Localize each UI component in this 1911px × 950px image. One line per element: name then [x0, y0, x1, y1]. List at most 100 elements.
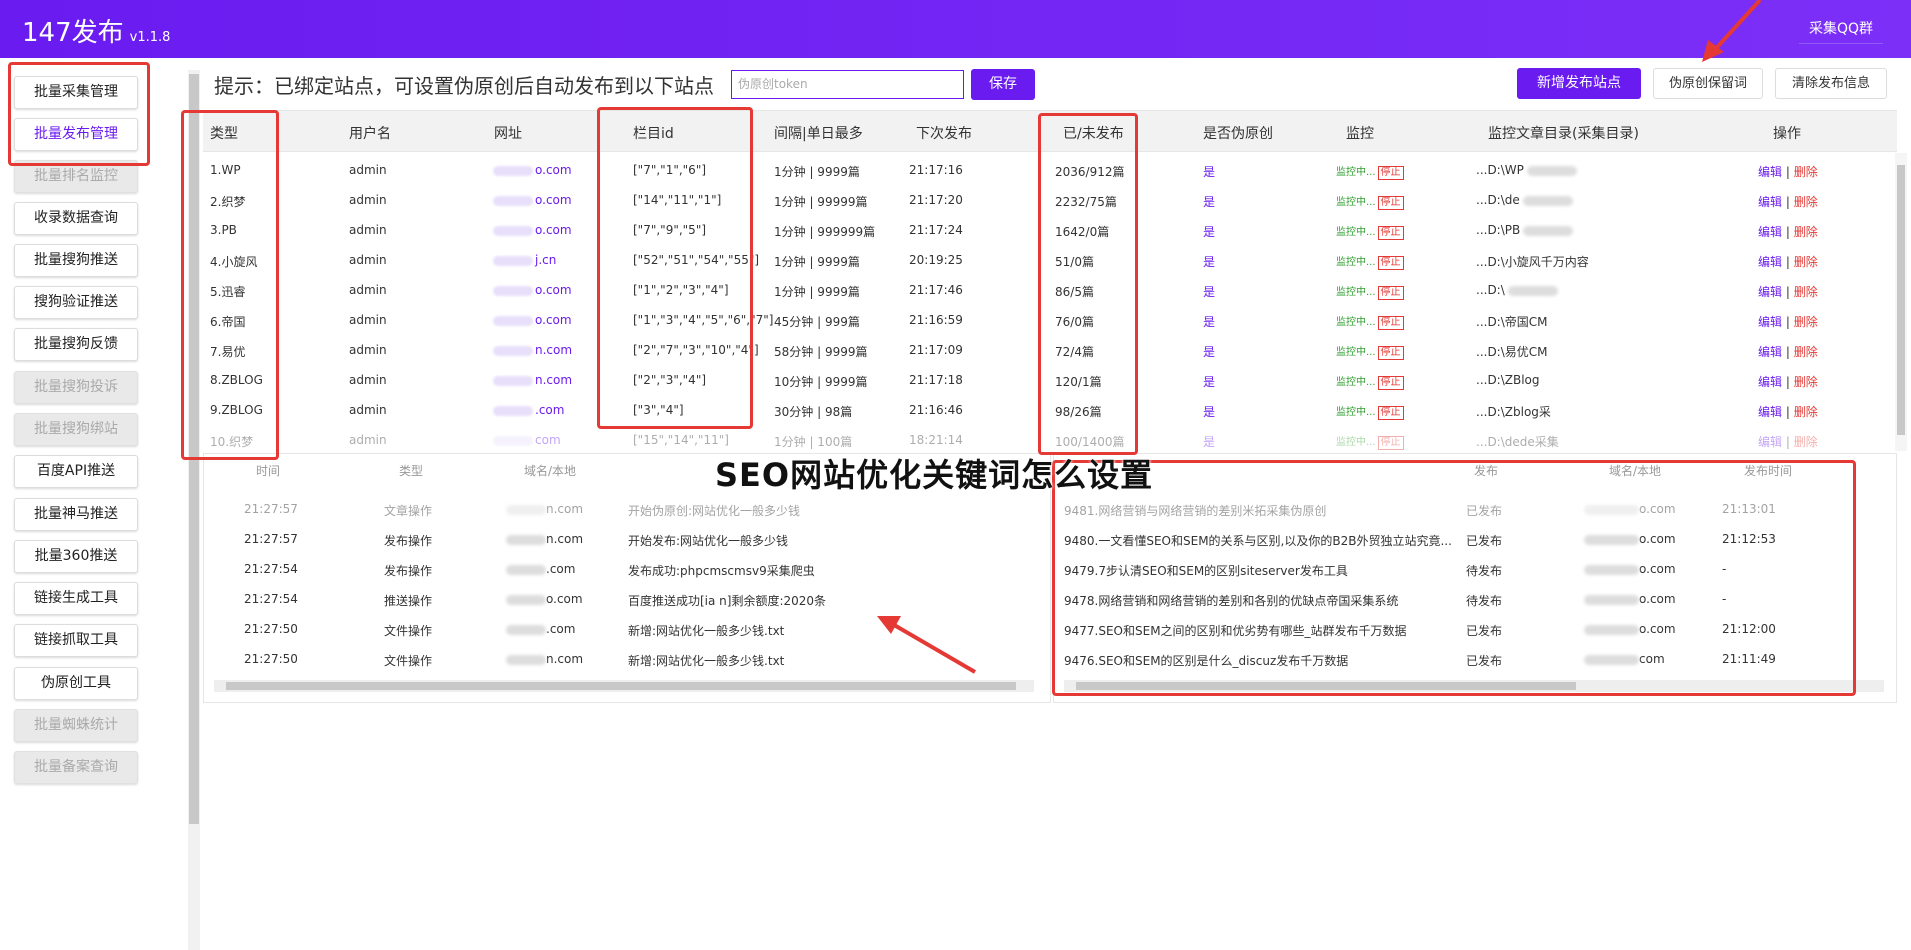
edit-link[interactable]: 编辑 [1758, 375, 1782, 389]
site-url: o.com [493, 163, 572, 177]
stop-monitor-button[interactable]: 停止 [1377, 436, 1404, 450]
sidebar-item-4[interactable]: 收录数据查询 [14, 202, 138, 235]
token-input[interactable]: 伪原创token [731, 70, 964, 99]
edit-link[interactable]: 编辑 [1758, 435, 1782, 449]
edit-link[interactable]: 编辑 [1758, 195, 1782, 209]
sites-header-10: 监控文章目录(采集目录) [1488, 126, 1639, 142]
sidebar-item-10[interactable]: 百度API推送 [14, 455, 138, 488]
sidebar-item-9[interactable]: 批量搜狗绑站 [14, 413, 138, 446]
delete-link[interactable]: 删除 [1794, 405, 1818, 419]
sidebar-item-6[interactable]: 搜狗验证推送 [14, 286, 138, 319]
site-pseudo-flag: 是 [1203, 225, 1216, 239]
redacted-mask [493, 435, 533, 446]
redacted-mask [1507, 285, 1558, 296]
clear-info-button[interactable]: 清除发布信息 [1775, 68, 1887, 99]
site-url-text: o.com [535, 313, 572, 327]
hint-text: 提示：已绑定站点，可设置伪原创后自动发布到以下站点 [214, 74, 714, 98]
stop-monitor-button[interactable]: 停止 [1377, 346, 1404, 360]
type-column-highlight [181, 110, 279, 460]
log-domain: .com [506, 562, 575, 576]
site-url: o.com [493, 283, 572, 297]
site-url: com [493, 433, 561, 447]
sidebar-item-13[interactable]: 链接生成工具 [14, 582, 138, 615]
redacted-mask [493, 165, 533, 176]
stop-monitor-button[interactable]: 停止 [1377, 376, 1404, 390]
log-message: 开始伪原创:网站优化一般多少钱 [628, 504, 801, 518]
site-actions: 编辑 | 删除 [1758, 163, 1818, 180]
stop-monitor-button[interactable]: 停止 [1377, 286, 1404, 300]
action-separator: | [1782, 285, 1794, 299]
publish-panel-highlight [1052, 460, 1856, 696]
edit-link[interactable]: 编辑 [1758, 405, 1782, 419]
pseudo-message-button[interactable]: 伪原创保留词 [1653, 68, 1763, 99]
app-version: v1.1.8 [129, 30, 171, 45]
stop-monitor-button[interactable]: 停止 [1377, 256, 1404, 270]
site-monitor-dir: ...D:\dede采集 [1476, 433, 1559, 450]
table-scrollbar[interactable] [1895, 153, 1907, 451]
redacted-mask [506, 594, 546, 605]
sidebar-item-11[interactable]: 批量神马推送 [14, 498, 138, 531]
edit-link[interactable]: 编辑 [1758, 225, 1782, 239]
edit-link[interactable]: 编辑 [1758, 255, 1782, 269]
delete-link[interactable]: 删除 [1794, 195, 1818, 209]
top-bar: 147发布 v1.1.8 采集QQ群 [0, 0, 1911, 58]
stop-monitor-button[interactable]: 停止 [1377, 166, 1404, 180]
delete-link[interactable]: 删除 [1794, 435, 1818, 449]
stop-monitor-button[interactable]: 停止 [1377, 196, 1404, 210]
sidebar-item-7[interactable]: 批量搜狗反馈 [14, 328, 138, 361]
site-monitor: 监控中... 停止 [1336, 343, 1404, 360]
redacted-mask [1522, 195, 1573, 206]
delete-link[interactable]: 删除 [1794, 315, 1818, 329]
edit-link[interactable]: 编辑 [1758, 165, 1782, 179]
stop-monitor-button[interactable]: 停止 [1377, 406, 1404, 420]
edit-link[interactable]: 编辑 [1758, 285, 1782, 299]
delete-link[interactable]: 删除 [1794, 375, 1818, 389]
sidebar-item-8[interactable]: 批量搜狗投诉 [14, 371, 138, 404]
site-monitor-dir: ...D:\Zblog采 [1476, 403, 1551, 420]
log-hscroll-thumb[interactable] [226, 682, 1016, 690]
sites-header-8: 是否伪原创 [1203, 126, 1273, 142]
site-interval: 30分钟 | 98篇 [774, 405, 853, 419]
sidebar-item-14[interactable]: 链接抓取工具 [14, 624, 138, 657]
action-separator: | [1782, 165, 1794, 179]
site-actions: 编辑 | 删除 [1758, 253, 1818, 270]
monitor-dir-text: ...D:\de [1476, 193, 1520, 207]
edit-link[interactable]: 编辑 [1758, 315, 1782, 329]
site-next-publish: 21:16:59 [909, 313, 963, 327]
table-scrollbar-thumb[interactable] [1897, 165, 1905, 435]
site-interval: 1分钟 | 999999篇 [774, 225, 876, 239]
redacted-mask [493, 225, 533, 236]
delete-link[interactable]: 删除 [1794, 255, 1818, 269]
log-type: 文章操作 [384, 504, 433, 518]
log-domain-text: o.com [546, 592, 583, 606]
save-button[interactable]: 保存 [971, 69, 1035, 100]
sites-header-3: 网址 [494, 126, 522, 142]
log-row: 21:27:57 发布操作 n.com 开始发布:网站优化一般多少钱 [204, 524, 1050, 554]
qq-group-button[interactable]: 采集QQ群 [1798, 14, 1883, 44]
site-user: admin [349, 223, 387, 237]
sidebar-item-16[interactable]: 批量蜘蛛统计 [14, 709, 138, 742]
log-time: 21:27:50 [244, 622, 298, 636]
delete-link[interactable]: 删除 [1794, 165, 1818, 179]
edit-link[interactable]: 编辑 [1758, 345, 1782, 359]
redacted-mask [493, 255, 533, 266]
log-domain: o.com [506, 592, 583, 606]
sidebar-item-17[interactable]: 批量备案查询 [14, 751, 138, 784]
site-url-text: o.com [535, 193, 572, 207]
sidebar-item-5[interactable]: 批量搜狗推送 [14, 244, 138, 277]
delete-link[interactable]: 删除 [1794, 345, 1818, 359]
log-time: 21:27:50 [244, 652, 298, 666]
monitor-dir-text: ...D:\dede采集 [1476, 435, 1559, 449]
add-site-button[interactable]: 新增发布站点 [1517, 68, 1641, 99]
delete-link[interactable]: 删除 [1794, 285, 1818, 299]
site-monitor-dir: ...D:\WP [1476, 163, 1577, 177]
log-domain: n.com [506, 502, 583, 516]
sidebar-item-12[interactable]: 批量360推送 [14, 540, 138, 573]
sidebar-item-15[interactable]: 伪原创工具 [14, 667, 138, 700]
stop-monitor-button[interactable]: 停止 [1377, 226, 1404, 240]
stop-monitor-button[interactable]: 停止 [1377, 316, 1404, 330]
site-url: j.cn [493, 253, 556, 267]
site-monitor-dir: ...D:\易优CM [1476, 343, 1548, 360]
delete-link[interactable]: 删除 [1794, 225, 1818, 239]
log-hscroll[interactable] [214, 680, 1034, 692]
